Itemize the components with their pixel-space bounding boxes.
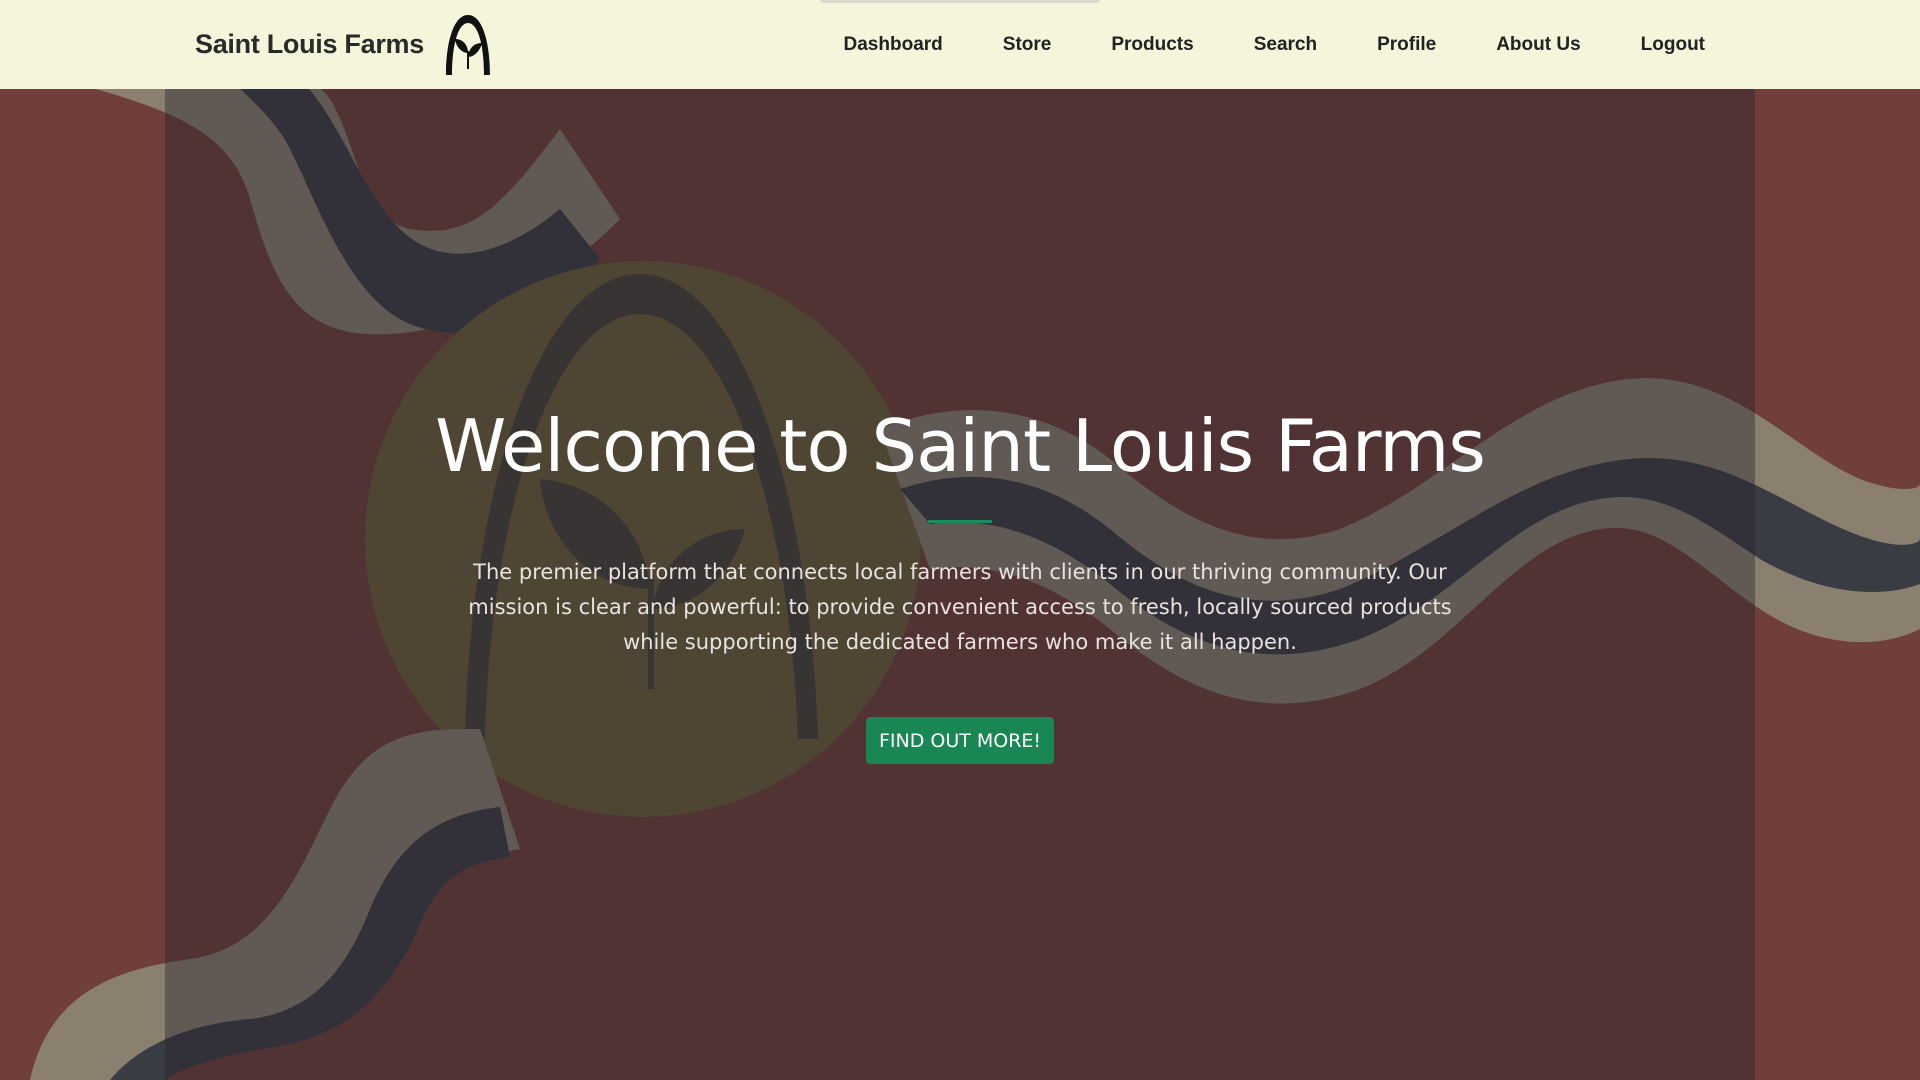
nav-logout[interactable]: Logout [1641, 34, 1705, 56]
brand-name: Saint Louis Farms [195, 28, 424, 59]
nav-links: Dashboard Store Products Search Profile … [784, 0, 1705, 89]
nav-search[interactable]: Search [1254, 34, 1317, 56]
hero-content: Welcome to Saint Louis Farms The premier… [165, 89, 1755, 1080]
hero-description: The premier platform that connects local… [468, 560, 1452, 654]
top-navbar: Saint Louis Farms Dashboard Store Produc… [0, 0, 1920, 89]
nav-dashboard[interactable]: Dashboard [844, 34, 943, 56]
nav-products[interactable]: Products [1111, 34, 1193, 56]
hero-section: Welcome to Saint Louis Farms The premier… [0, 89, 1920, 1080]
arch-sprout-logo-icon [445, 15, 490, 75]
brand-link[interactable]: Saint Louis Farms [195, 8, 496, 80]
hero-title: Welcome to Saint Louis Farms [435, 404, 1486, 488]
find-out-more-button[interactable]: FIND OUT MORE! [866, 717, 1054, 764]
nav-store[interactable]: Store [1003, 34, 1052, 56]
nav-profile[interactable]: Profile [1377, 34, 1436, 56]
nav-about-us[interactable]: About Us [1496, 34, 1580, 56]
hero-divider [928, 520, 992, 523]
